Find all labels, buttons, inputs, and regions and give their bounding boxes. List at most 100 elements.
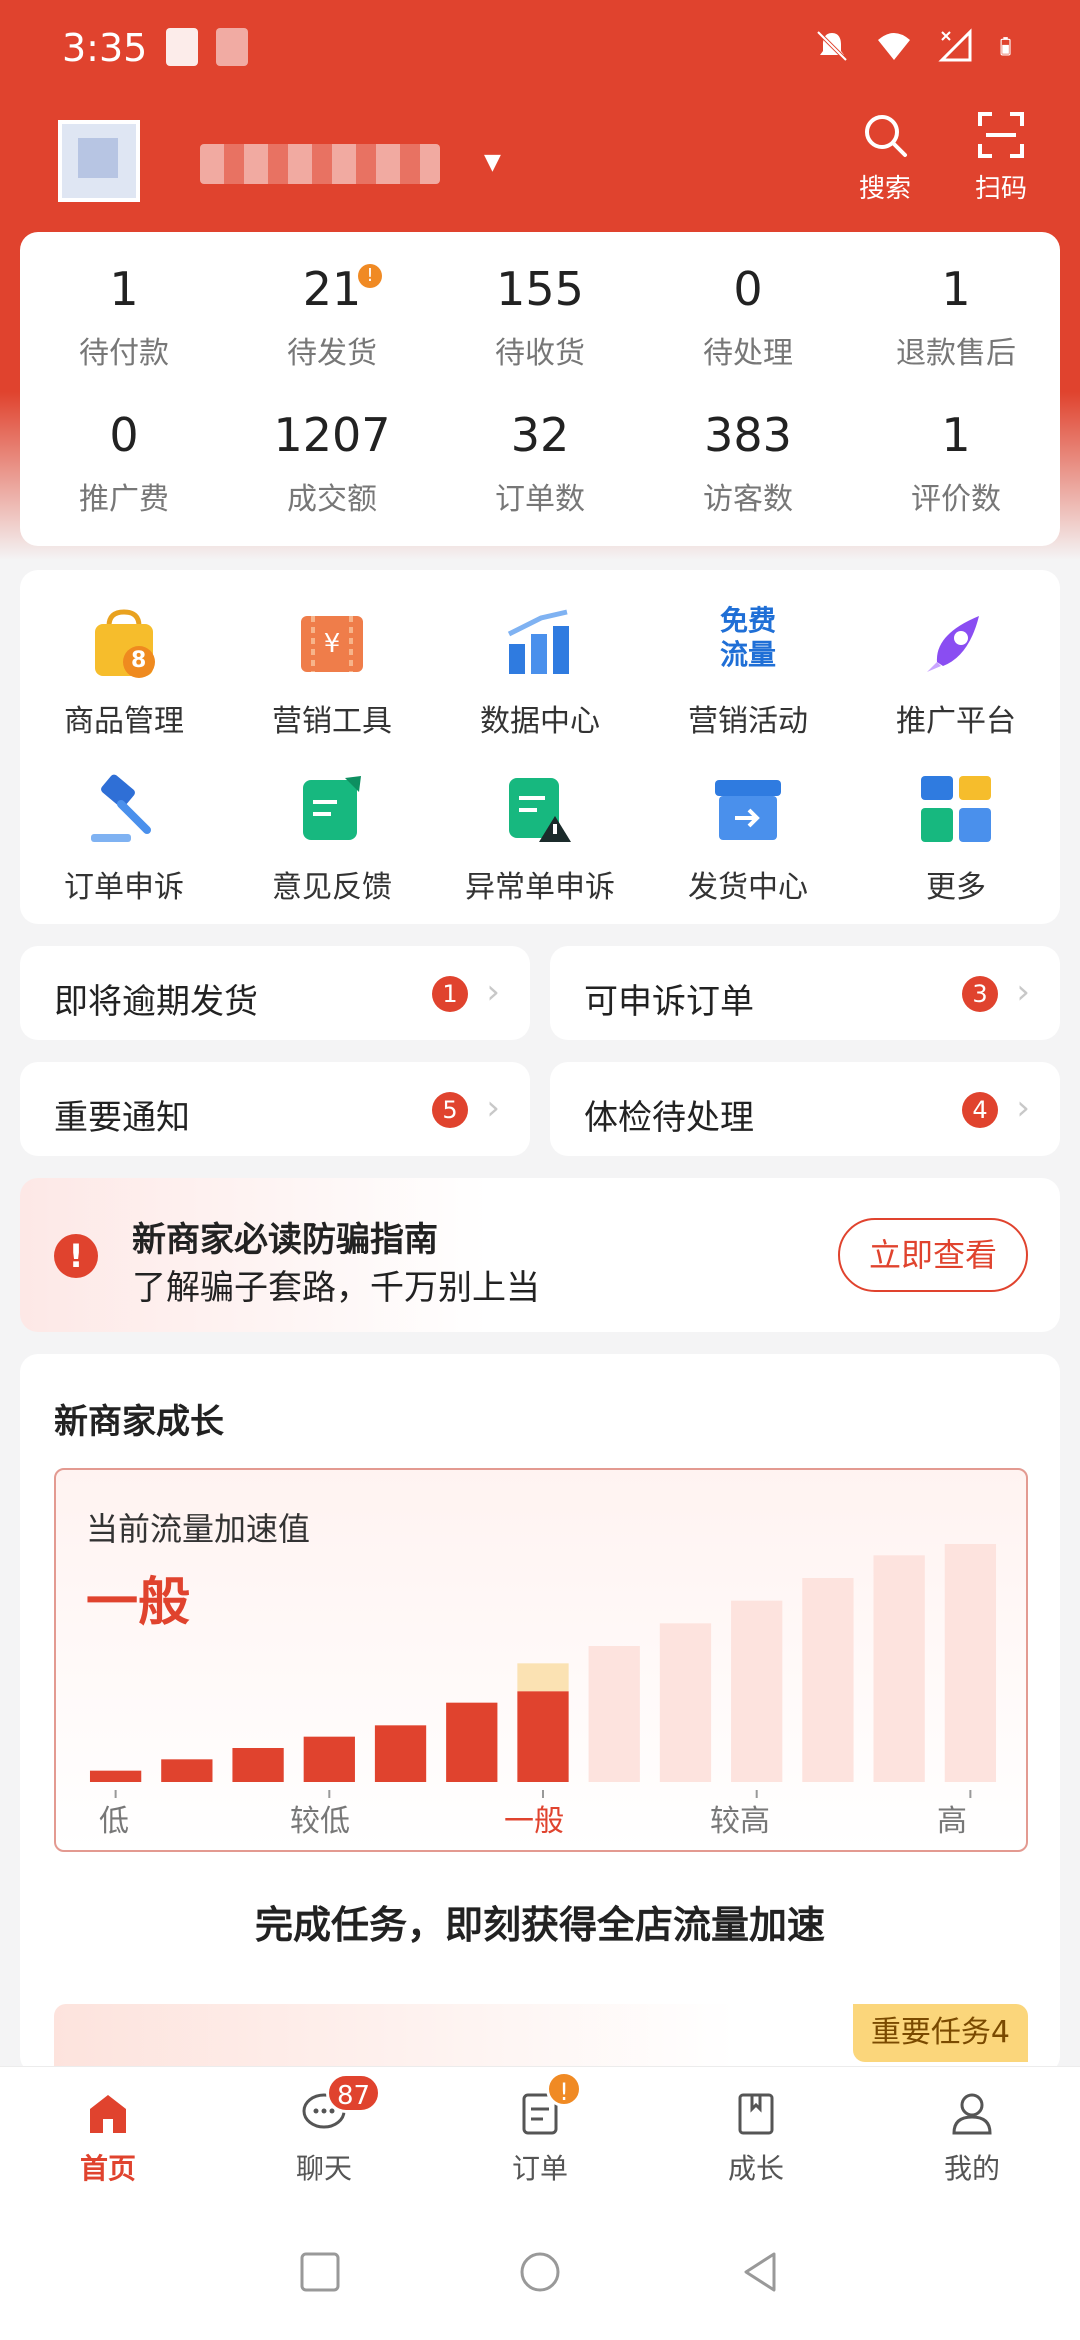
stat-pending-receipt[interactable]: 155 待收货	[436, 262, 644, 372]
nav-label: 订单	[511, 2152, 568, 2185]
todo-count-badge: 4	[962, 1092, 998, 1128]
todo-label: 重要通知	[54, 1098, 190, 1138]
stat-pending-shipment[interactable]: 21 ! 待发货	[228, 262, 436, 372]
func-promotion-platform[interactable]: 推广平台	[852, 604, 1060, 740]
stat-pending-handle[interactable]: 0 待处理	[644, 262, 852, 372]
traffic-boost-chart: 当前流量加速值 一般 低 较低 一般 较高 高	[54, 1468, 1028, 1852]
stat-value: 1	[109, 262, 139, 316]
alert-badge: !	[358, 264, 382, 288]
chart-label: 当前流量加速值	[86, 1510, 311, 1548]
func-label: 数据中心	[480, 704, 600, 739]
product-count-badge: 8	[131, 648, 147, 673]
guide-subtitle: 了解骗子套路，千万别上当	[132, 1268, 540, 1308]
chart-bar	[659, 1623, 712, 1782]
stat-label: 访客数	[703, 482, 793, 517]
stat-label: 推广费	[79, 482, 169, 517]
scan-button[interactable]: 扫码	[956, 110, 1046, 205]
func-order-appeal[interactable]: 订单申诉	[20, 770, 228, 906]
bar-chart-icon	[507, 609, 569, 674]
tick-label: 较低	[290, 1804, 350, 1839]
chart-bar	[944, 1544, 997, 1782]
stat-value: 0	[733, 262, 763, 316]
chevron-down-icon[interactable]: ▼	[484, 150, 501, 175]
silent-bell-icon	[816, 30, 848, 62]
nav-label: 首页	[79, 2152, 136, 2185]
store-name-blurred[interactable]	[200, 144, 440, 184]
stat-refund[interactable]: 1 退款售后	[852, 262, 1060, 372]
chart-bar	[588, 1646, 640, 1782]
home-circle-icon[interactable]	[518, 2250, 562, 2294]
home-icon	[90, 2095, 126, 2133]
tick-label: 一般	[504, 1804, 564, 1839]
chevron-right-icon: ›	[1016, 1088, 1030, 1128]
func-abnormal-order-appeal[interactable]: 异常单申诉	[436, 770, 644, 906]
unread-count-badge: 87	[326, 2073, 382, 2113]
stat-pending-payment[interactable]: 1 待付款	[20, 262, 228, 372]
todo-count-badge: 1	[432, 976, 468, 1012]
chart-bar	[89, 1770, 142, 1782]
scan-label: 扫码	[974, 174, 1027, 204]
signal-icon	[938, 28, 972, 62]
func-label: 营销工具	[272, 704, 392, 739]
shipping-box-icon	[715, 780, 781, 840]
func-label: 意见反馈	[272, 870, 392, 905]
recent-apps-icon[interactable]	[298, 2250, 342, 2294]
nav-orders[interactable]: ! 订单	[432, 2071, 648, 2187]
nav-home[interactable]: 首页	[0, 2089, 216, 2187]
back-triangle-icon[interactable]	[738, 2250, 782, 2294]
stat-gmv[interactable]: 1207 成交额	[228, 408, 436, 518]
chart-bar	[802, 1578, 854, 1782]
svg-text:¥: ¥	[324, 629, 341, 659]
view-now-button[interactable]: 立即查看	[838, 1218, 1028, 1292]
feedback-icon	[303, 776, 361, 840]
func-shipping-center[interactable]: 发货中心	[644, 770, 852, 906]
notification-icon	[216, 28, 248, 66]
bottom-navigation: 首页 87 聊天 ! 订单 成长 我的	[0, 2066, 1080, 2200]
stat-label: 待收货	[495, 336, 585, 371]
func-label: 更多	[926, 870, 986, 905]
nav-chat[interactable]: 87 聊天	[216, 2073, 432, 2187]
func-product-management[interactable]: 8 商品管理	[20, 604, 228, 740]
nav-growth[interactable]: 成长	[648, 2089, 864, 2187]
stat-visitors[interactable]: 383 访客数	[644, 408, 852, 518]
stat-reviews[interactable]: 1 评价数	[852, 408, 1060, 518]
func-data-center[interactable]: 数据中心	[436, 604, 644, 740]
chart-bar	[374, 1725, 427, 1782]
current-level: 一般	[86, 1573, 191, 1633]
icon-text: 流量	[719, 638, 776, 671]
more-icon	[921, 776, 991, 842]
notification-icon	[166, 28, 198, 66]
func-marketing-activity[interactable]: 免费 流量 营销活动	[644, 604, 852, 740]
search-button[interactable]: 搜索	[840, 110, 930, 205]
func-label: 商品管理	[64, 704, 184, 739]
todo-important-notices[interactable]: 重要通知 5 ›	[20, 1062, 530, 1156]
system-navigation-bar	[0, 2200, 1080, 2340]
chart-bar	[517, 1691, 569, 1782]
chart-bar	[873, 1555, 925, 1782]
store-avatar[interactable]	[58, 120, 140, 202]
todo-count-badge: 3	[962, 976, 998, 1012]
chevron-right-icon: ›	[486, 972, 500, 1012]
gavel-icon	[91, 774, 151, 842]
task-card-peek[interactable]: 重要任务4	[54, 2004, 1028, 2074]
stat-orders[interactable]: 32 订单数	[436, 408, 644, 518]
important-task-tag: 重要任务4	[852, 2004, 1028, 2062]
stat-label: 退款售后	[896, 336, 1016, 371]
stat-value: 383	[704, 408, 792, 462]
nav-profile[interactable]: 我的	[864, 2089, 1080, 2187]
todo-overdue-shipping[interactable]: 即将逾期发货 1 ›	[20, 946, 530, 1040]
func-feedback[interactable]: 意见反馈	[228, 770, 436, 906]
stat-label: 成交额	[287, 482, 377, 517]
func-more[interactable]: 更多	[852, 770, 1060, 906]
chart-bar	[232, 1748, 284, 1782]
tick-label: 高	[937, 1804, 967, 1839]
growth-title: 新商家成长	[54, 1402, 224, 1442]
anti-fraud-guide-banner[interactable]: ! 新商家必读防骗指南 了解骗子套路，千万别上当 立即查看	[20, 1178, 1060, 1332]
todo-appealable-orders[interactable]: 可申诉订单 3 ›	[550, 946, 1060, 1040]
func-marketing-tools[interactable]: ¥ 营销工具	[228, 604, 436, 740]
stat-promotion-fee[interactable]: 0 推广费	[20, 408, 228, 518]
todo-health-check[interactable]: 体检待处理 4 ›	[550, 1062, 1060, 1156]
todo-label: 可申诉订单	[584, 982, 754, 1022]
chart-bar	[731, 1600, 783, 1782]
todo-label: 体检待处理	[584, 1098, 754, 1138]
